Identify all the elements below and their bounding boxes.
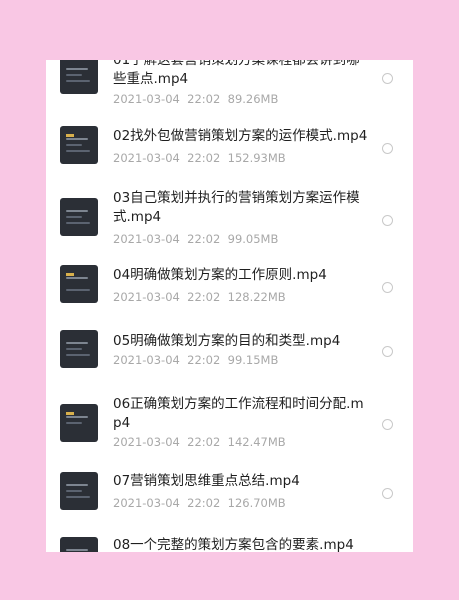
file-meta: 2021-03-04 22:02 152.93MB <box>113 151 286 165</box>
file-meta: 2021-03-04 22:02 99.15MB <box>113 353 279 367</box>
file-meta: 2021-03-04 22:02 126.70MB <box>113 496 286 510</box>
select-radio[interactable] <box>382 419 393 430</box>
file-item-05[interactable]: 05明确做策划方案的目的和类型.mp4 2021-03-04 22:02 99.… <box>46 316 413 390</box>
video-thumbnail <box>60 537 98 552</box>
file-name: 03自己策划并执行的营销策划方案运作模式.mp4 <box>113 190 360 225</box>
file-item-07[interactable]: 07营销策划思维重点总结.mp4 2021-03-04 22:02 126.70… <box>46 454 413 528</box>
file-name: 05明确做策划方案的目的和类型.mp4 <box>113 333 341 349</box>
file-name: 01了解这套营销策划方案课程都会讲到哪些重点.mp4 <box>113 60 360 87</box>
select-radio[interactable] <box>382 488 393 499</box>
video-thumbnail <box>60 60 98 94</box>
video-thumbnail <box>60 330 98 368</box>
file-meta: 2021-03-04 22:02 99.05MB <box>113 232 279 246</box>
file-meta: 2021-03-04 22:02 89.26MB <box>113 92 279 106</box>
select-radio[interactable] <box>382 282 393 293</box>
file-list: 01了解这套营销策划方案课程都会讲到哪些重点.mp4 2021-03-04 22… <box>46 60 413 552</box>
file-name: 06正确策划方案的工作流程和时间分配.mp4 <box>113 396 364 431</box>
file-name: 08一个完整的策划方案包含的要素.mp4 <box>113 537 354 552</box>
video-thumbnail <box>60 472 98 510</box>
select-radio[interactable] <box>382 73 393 84</box>
video-thumbnail <box>60 126 98 164</box>
file-name: 07营销策划思维重点总结.mp4 <box>113 473 300 489</box>
file-item-04[interactable]: 04明确做策划方案的工作原则.mp4 2021-03-04 22:02 128.… <box>46 253 413 316</box>
file-item-08[interactable]: 08一个完整的策划方案包含的要素.mp4 <box>46 528 413 552</box>
file-item-03[interactable]: 03自己策划并执行的营销策划方案运作模式.mp4 2021-03-04 22:0… <box>46 178 413 253</box>
select-radio[interactable] <box>382 215 393 226</box>
video-thumbnail <box>60 265 98 303</box>
file-name: 02找外包做营销策划方案的运作模式.mp4 <box>113 128 368 144</box>
select-radio[interactable] <box>382 346 393 357</box>
file-meta: 2021-03-04 22:02 128.22MB <box>113 290 286 304</box>
file-item-06[interactable]: 06正确策划方案的工作流程和时间分配.mp4 2021-03-04 22:02 … <box>46 390 413 454</box>
select-radio[interactable] <box>382 143 393 154</box>
video-thumbnail <box>60 198 98 236</box>
video-thumbnail <box>60 404 98 442</box>
file-item-02[interactable]: 02找外包做营销策划方案的运作模式.mp4 2021-03-04 22:02 1… <box>46 118 413 178</box>
file-item-01[interactable]: 01了解这套营销策划方案课程都会讲到哪些重点.mp4 2021-03-04 22… <box>46 60 413 115</box>
file-meta: 2021-03-04 22:02 142.47MB <box>113 435 286 449</box>
file-name: 04明确做策划方案的工作原则.mp4 <box>113 267 327 283</box>
